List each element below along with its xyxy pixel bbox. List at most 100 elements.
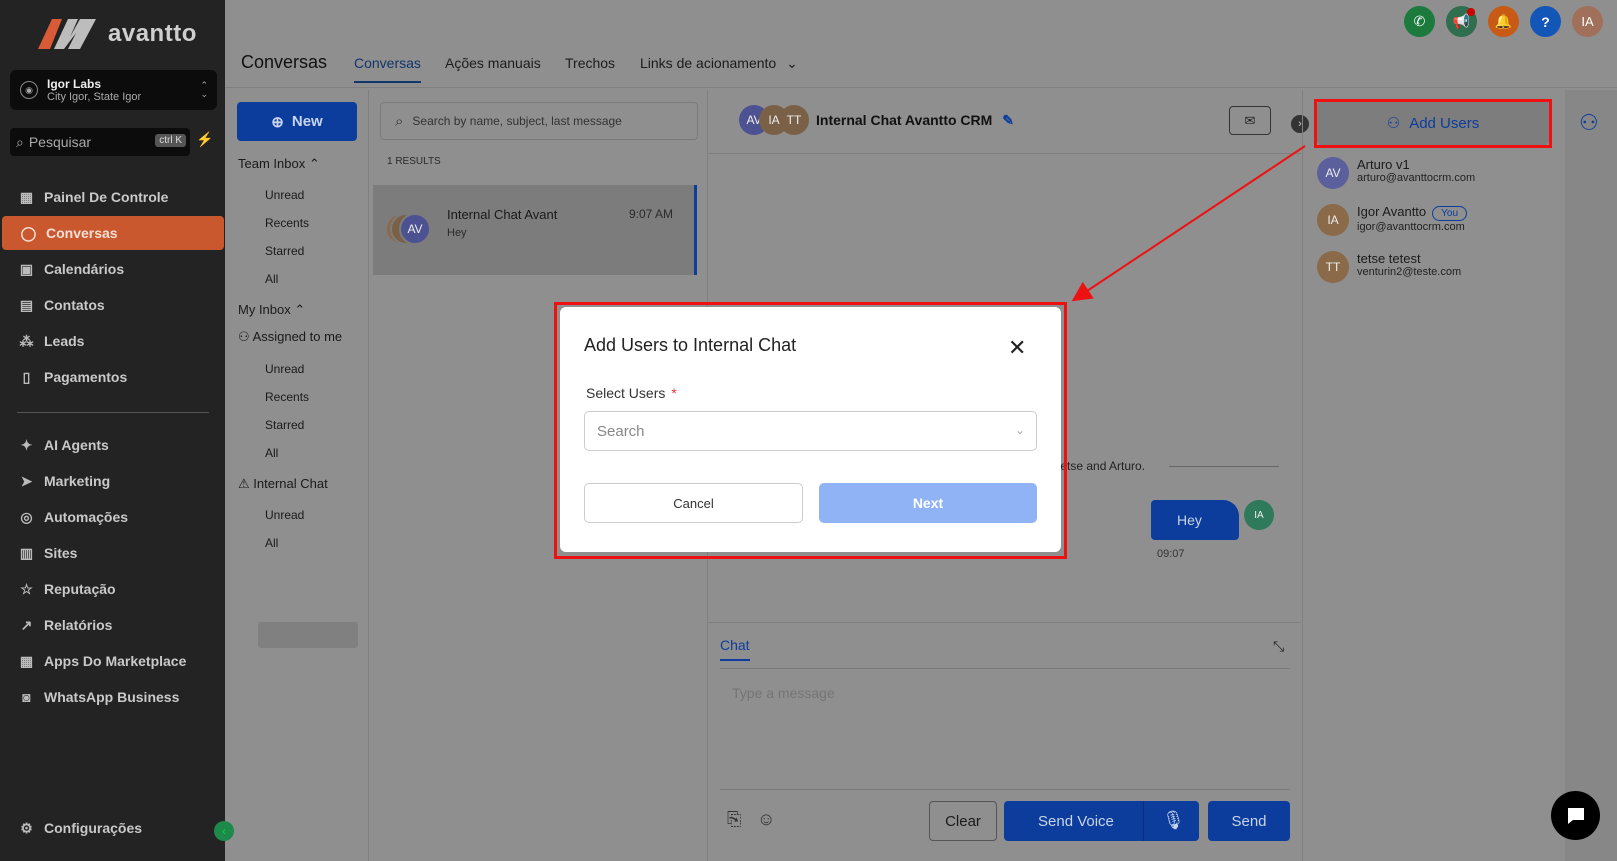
internal-unread[interactable]: Unread <box>265 508 304 522</box>
brand-name: avantto <box>108 20 197 47</box>
edit-icon[interactable]: ✎ <box>1002 112 1014 128</box>
modal-title: Add Users to Internal Chat <box>584 335 797 355</box>
team-starred[interactable]: Starred <box>265 244 304 258</box>
you-badge: You <box>1432 206 1468 221</box>
member-item[interactable]: TT tetse tetest venturin2@teste.com <box>1317 251 1461 283</box>
avatar: TT <box>779 105 809 135</box>
close-icon[interactable]: ✕ <box>1008 335 1026 361</box>
my-inbox-header[interactable]: My Inbox ⌃ <box>238 302 305 318</box>
member-item[interactable]: IA Igor Avantto You igor@avanttocrm.com <box>1317 204 1468 236</box>
tab-acoes-manuais[interactable]: Ações manuais <box>445 55 541 81</box>
send-voice-button[interactable]: Send Voice 🎙 <box>1004 801 1199 841</box>
email-button[interactable]: ✉ <box>1229 106 1271 135</box>
nav-item-ai-agents[interactable]: ✦ AI Agents <box>0 428 225 462</box>
network-icon: ⚠ <box>238 476 250 491</box>
search-placeholder: Search by name, subject, last message <box>412 114 622 128</box>
add-user-icon: ⚇ <box>1386 115 1401 132</box>
member-email: arturo@avanttocrm.com <box>1357 172 1476 184</box>
composer-tab-chat[interactable]: Chat <box>720 637 750 661</box>
bolt-icon[interactable]: ⚡ <box>196 131 213 148</box>
composer-bottom-divider <box>720 789 1290 790</box>
avatar-initials: IA <box>1327 213 1339 227</box>
member-item[interactable]: AV Arturo v1 arturo@avanttocrm.com <box>1317 157 1475 189</box>
collapse-icon[interactable]: ⤡ <box>1273 638 1284 655</box>
next-button[interactable]: Next <box>819 483 1037 523</box>
conversation-search-input[interactable]: ⌕ Search by name, subject, last message <box>380 102 698 140</box>
my-recents[interactable]: Recents <box>265 390 309 404</box>
internal-all-highlight <box>258 622 358 648</box>
conversation-item[interactable]: AV Internal Chat Avant Hey 9:07 AM <box>373 185 697 275</box>
internal-chat-header[interactable]: ⚠ Internal Chat <box>238 476 328 492</box>
nav-item-whatsapp[interactable]: ◙ WhatsApp Business <box>0 680 225 714</box>
nav-item-calendarios[interactable]: ▣ Calendários <box>0 252 225 286</box>
search-icon: ⌕ <box>16 133 24 150</box>
announcements-button[interactable]: 📢 <box>1446 6 1477 37</box>
clear-button[interactable]: Clear <box>929 801 997 841</box>
chat-title-text: Internal Chat Avantto CRM <box>816 112 993 128</box>
help-button[interactable]: ? <box>1530 6 1561 37</box>
my-inbox-label: My Inbox <box>238 302 291 317</box>
my-starred[interactable]: Starred <box>265 418 304 432</box>
nav-item-marketplace[interactable]: ▦ Apps Do Marketplace <box>0 644 225 678</box>
user-avatar[interactable]: IA <box>1572 6 1603 37</box>
nav-item-pagamentos[interactable]: ▯ Pagamentos <box>0 360 225 394</box>
notifications-button[interactable]: 🔔 <box>1488 6 1519 37</box>
member-name: Igor Avantto <box>1357 204 1427 219</box>
team-unread[interactable]: Unread <box>265 188 304 202</box>
message-bubble[interactable]: Hey <box>1151 500 1239 540</box>
nav-item-automacoes[interactable]: ◎ Automações <box>0 500 225 534</box>
team-recents[interactable]: Recents <box>265 216 309 230</box>
assigned-to-me[interactable]: ⚇ Assigned to me <box>238 329 342 345</box>
mail-icon: ✉ <box>1244 112 1256 128</box>
nav-item-reputacao[interactable]: ☆ Reputação <box>0 572 225 606</box>
users-icon[interactable]: ⚇ <box>1579 110 1599 136</box>
avatar-initials: TT <box>786 113 802 127</box>
dashboard-icon: ▦ <box>19 188 34 205</box>
location-switcher[interactable]: ◉ Igor Labs City Igor, State Igor ⌃ ⌄ <box>10 70 217 110</box>
nav-item-marketing[interactable]: ➤ Marketing <box>0 464 225 498</box>
my-unread[interactable]: Unread <box>265 362 304 376</box>
nav-item-painel[interactable]: ▦ Painel De Controle <box>0 180 225 214</box>
tab-conversas[interactable]: Conversas <box>354 55 421 83</box>
page-title: Conversas <box>241 52 328 72</box>
nav-label: Leads <box>44 333 85 349</box>
tab-label: Links de acionamento <box>640 55 777 71</box>
emoji-icon[interactable]: ☺ <box>757 809 775 830</box>
nav-item-relatorios[interactable]: ↗ Relatórios <box>0 608 225 642</box>
nav-item-configuracoes[interactable]: ⚙ Configurações <box>0 811 225 845</box>
sidebar-search[interactable]: ⌕ Pesquisar ctrl K <box>10 128 190 156</box>
chevron-down-icon: ⌄ <box>1014 423 1025 437</box>
assigned-label: Assigned to me <box>252 329 343 344</box>
attachment-icon[interactable]: ⎘ <box>727 809 741 830</box>
team-inbox-header[interactable]: Team Inbox ⌃ <box>238 156 320 172</box>
sidebar-search-placeholder: Pesquisar <box>28 134 92 150</box>
tab-links-acionamento[interactable]: Links de acionamento ⌄ <box>640 55 798 82</box>
brand-logo[interactable]: avantto <box>38 17 197 51</box>
avatar: AV <box>399 213 431 245</box>
team-all[interactable]: All <box>265 272 278 286</box>
scrollbar[interactable] <box>694 185 697 275</box>
cancel-button[interactable]: Cancel <box>584 483 803 523</box>
internal-all[interactable]: All <box>265 536 278 550</box>
nav-label: Sites <box>44 545 78 561</box>
new-conversation-button[interactable]: ⊕ New <box>237 102 357 141</box>
location-icon: ◉ <box>20 81 38 99</box>
chat-header: AV IA TT Internal Chat Avantto CRM ✎ ✉ › <box>709 90 1309 154</box>
phone-button[interactable]: ✆ <box>1404 6 1435 37</box>
select-users-dropdown[interactable]: Search ⌄ <box>584 411 1037 451</box>
gear-icon: ⚙ <box>20 819 33 836</box>
nav-item-contatos[interactable]: ▤ Contatos <box>0 288 225 322</box>
leads-icon: ⁂ <box>19 332 34 349</box>
add-users-button[interactable]: ⚇ Add Users <box>1317 101 1549 145</box>
member-name: tetse tetest <box>1357 251 1421 266</box>
nav-item-conversas[interactable]: ◯ Conversas <box>2 216 224 250</box>
my-all[interactable]: All <box>265 446 278 460</box>
message-input[interactable] <box>720 675 1290 785</box>
nav-item-leads[interactable]: ⁂ Leads <box>0 324 225 358</box>
send-button[interactable]: Send <box>1208 801 1290 841</box>
support-chat-button[interactable] <box>1551 791 1600 840</box>
chevron-up-icon: ⌃ <box>294 302 306 317</box>
tab-trechos[interactable]: Trechos <box>565 55 615 81</box>
internal-chat-label: Internal Chat <box>253 476 328 491</box>
nav-item-sites[interactable]: ▥ Sites <box>0 536 225 570</box>
